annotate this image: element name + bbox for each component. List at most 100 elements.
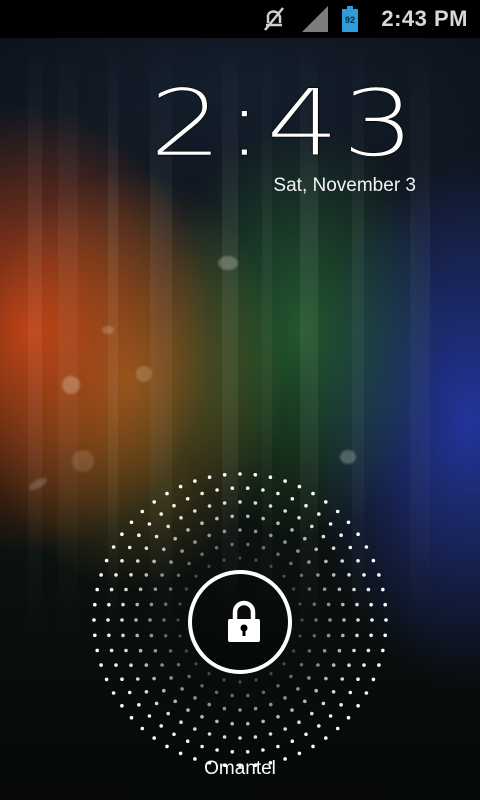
ring-dot (314, 618, 318, 622)
ring-dot (253, 529, 258, 534)
wallpaper-bokeh (62, 376, 80, 394)
ring-dot (193, 727, 197, 731)
unlock-handle[interactable] (188, 570, 292, 674)
ring-dot (164, 602, 168, 606)
ring-dot (253, 501, 258, 505)
ring-dot (121, 602, 125, 607)
ring-dot (316, 573, 320, 577)
ring-dot (238, 680, 242, 684)
status-time: 2:43 PM (381, 6, 468, 31)
ring-dot (200, 744, 204, 749)
ring-dot (107, 633, 111, 638)
ring-dot (200, 552, 204, 556)
ring-dot (106, 618, 110, 622)
ring-dot (245, 486, 250, 490)
ring-dot (95, 648, 99, 653)
wallpaper-bokeh (102, 326, 114, 334)
ring-dot (364, 545, 369, 549)
ring-dot (159, 512, 163, 516)
ring-dot (193, 509, 197, 513)
ring-dot (238, 472, 242, 476)
ring-dot (369, 633, 373, 638)
ring-dot (178, 751, 183, 756)
ring-dot (207, 533, 211, 538)
ring-dot (120, 677, 124, 681)
ring-dot (207, 564, 211, 568)
ring-dot (238, 708, 242, 712)
ring-dot (298, 602, 302, 606)
ring-dot (362, 573, 366, 577)
ring-dot (179, 516, 183, 520)
ring-dot (307, 676, 311, 680)
ring-dot (356, 704, 360, 708)
ring-dot (144, 546, 149, 550)
ring-dot (127, 690, 132, 695)
ring-dot (140, 509, 145, 514)
ring-dot (152, 736, 156, 740)
ring-dot (303, 536, 307, 541)
ring-dot (172, 732, 176, 737)
ring-dot (366, 648, 371, 653)
ring-dot (289, 561, 293, 566)
ring-dot (200, 521, 204, 525)
ring-dot (321, 534, 326, 539)
ring-dot (290, 708, 294, 712)
ring-dot (340, 677, 344, 681)
ring-dot (321, 701, 326, 706)
ring-dot (120, 559, 124, 563)
ring-dot (268, 475, 273, 479)
ring-dot (187, 674, 191, 679)
battery-icon: 92 (342, 6, 358, 32)
ring-dot (111, 691, 116, 695)
ring-dot (312, 634, 316, 638)
ring-dot (331, 690, 336, 694)
ring-dot (324, 559, 328, 564)
ring-dot (99, 663, 103, 667)
ring-dot (307, 560, 311, 564)
ring-dot (193, 696, 197, 700)
ring-dot (186, 708, 190, 712)
ring-dot (144, 663, 149, 667)
ring-dot (153, 587, 158, 591)
ring-dot (152, 559, 156, 564)
ring-dot (322, 649, 327, 653)
ring-dot (312, 602, 316, 606)
ring-dot (369, 602, 373, 607)
ring-dot (207, 475, 212, 479)
ring-dot (152, 676, 156, 681)
ring-dot (124, 587, 128, 592)
ring-dot (238, 556, 242, 560)
ring-dot (377, 663, 381, 667)
ring-dot (176, 618, 180, 622)
ring-dot (99, 573, 103, 577)
ring-dot (147, 522, 152, 526)
ring-dot (324, 500, 328, 504)
ring-dot (222, 735, 227, 739)
ring-dot (168, 587, 173, 591)
ring-dot (120, 532, 124, 536)
ring-dot (377, 573, 381, 577)
ring-dot (362, 663, 366, 667)
ring-dot (331, 663, 336, 667)
ring-dot (310, 711, 314, 716)
ring-dot (292, 649, 296, 653)
wallpaper-bokeh (72, 450, 94, 472)
ring-dot (222, 706, 227, 711)
ring-dot (114, 663, 118, 667)
ring-dot (104, 677, 109, 682)
ring-dot (317, 512, 321, 516)
ring-dot (297, 484, 302, 489)
lock-screen: 92 2:43 PM 2:43 Sat, November 3 Omantel (0, 0, 480, 800)
ring-dot (109, 648, 114, 653)
lockscreen-clock: 2:43 (149, 70, 418, 177)
ring-dot (324, 676, 328, 681)
ring-dot (370, 618, 374, 622)
ring-dot (137, 703, 141, 707)
ring-dot (215, 748, 219, 752)
ring-dot (154, 534, 159, 539)
ring-dot (140, 726, 145, 731)
wallpaper-bokeh (340, 450, 356, 464)
ring-dot (178, 634, 182, 638)
ring-dot (172, 503, 176, 508)
ring-dot (276, 521, 280, 525)
